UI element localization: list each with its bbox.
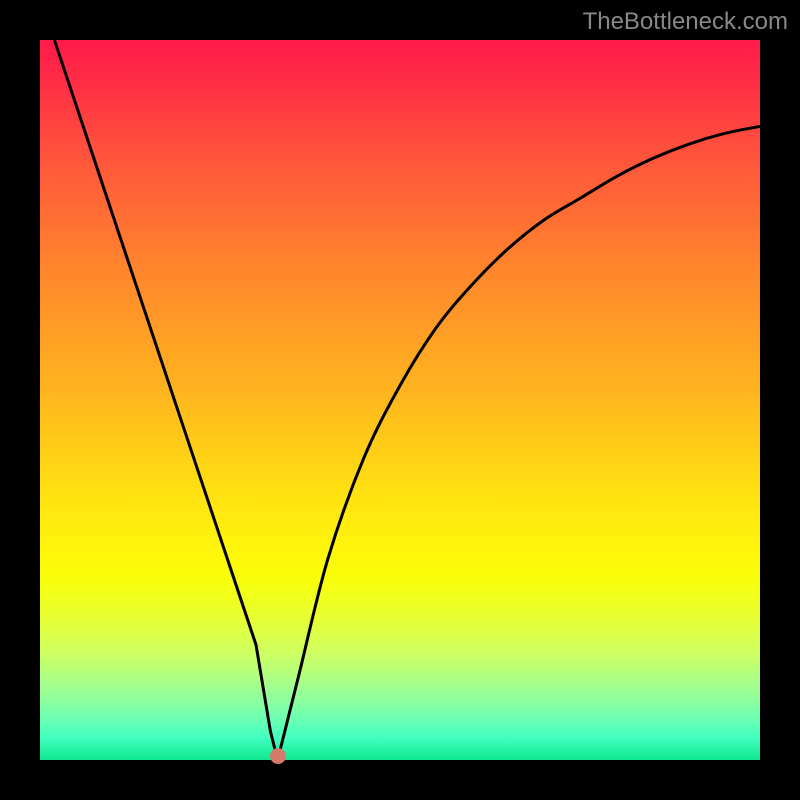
plot-area <box>40 40 760 760</box>
optimal-point-marker <box>270 748 286 764</box>
chart-container: TheBottleneck.com <box>0 0 800 800</box>
curve-svg <box>40 40 760 760</box>
watermark-text: TheBottleneck.com <box>583 8 788 36</box>
bottleneck-curve <box>54 40 760 760</box>
